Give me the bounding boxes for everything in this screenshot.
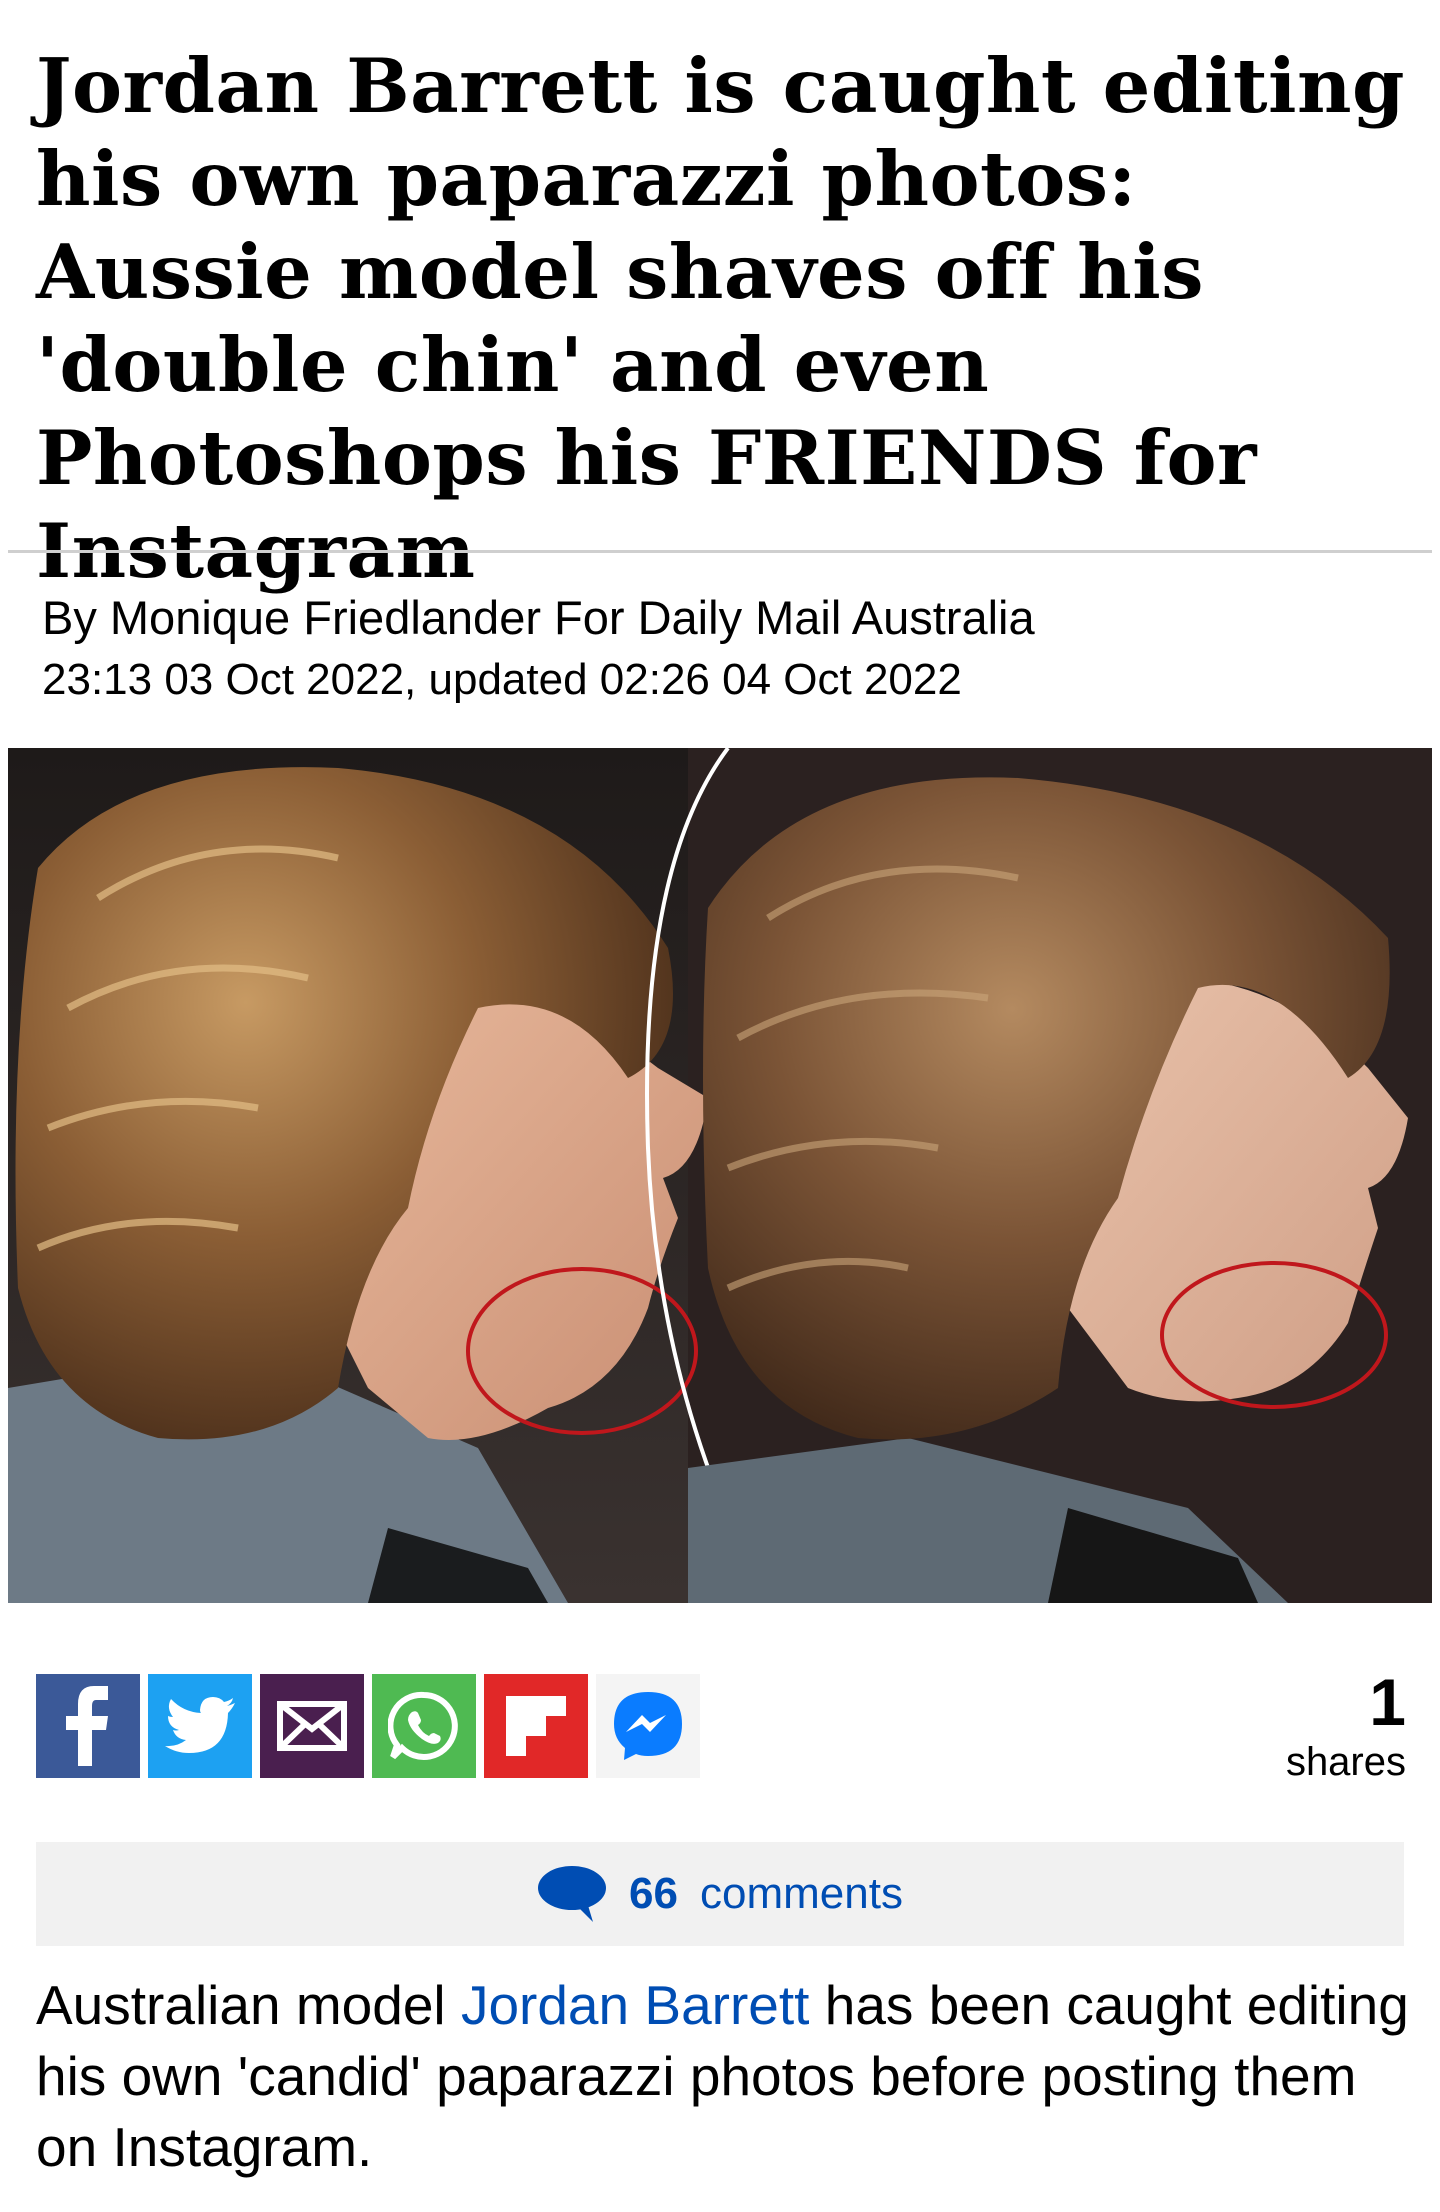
whatsapp-share-button[interactable]	[372, 1674, 476, 1778]
messenger-icon	[614, 1692, 682, 1760]
share-count-number: 1	[1369, 1665, 1406, 1739]
facebook-icon	[66, 1686, 108, 1766]
twitter-share-button[interactable]	[148, 1674, 252, 1778]
lead-text-before: Australian model	[36, 1974, 461, 2036]
messenger-share-button[interactable]	[596, 1674, 700, 1778]
jordan-barrett-link[interactable]: Jordan Barrett	[461, 1974, 810, 2036]
dateline: 23:13 03 Oct 2022, updated 02:26 04 Oct …	[42, 655, 962, 704]
whatsapp-icon	[388, 1691, 458, 1760]
comments-count: 66	[629, 1869, 678, 1918]
flipboard-share-button[interactable]	[484, 1674, 588, 1778]
email-share-button[interactable]	[260, 1674, 364, 1778]
facebook-share-button[interactable]	[36, 1674, 140, 1778]
article-image[interactable]	[8, 748, 1432, 1603]
twitter-icon	[165, 1697, 235, 1753]
comments-label: comments	[700, 1869, 903, 1918]
comments-button[interactable]: 66 comments	[36, 1842, 1404, 1946]
byline: By Monique Friedlander For Daily Mail Au…	[42, 591, 1035, 644]
flipboard-icon	[506, 1696, 566, 1756]
headline-divider	[8, 550, 1432, 553]
share-count: 1 shares	[1286, 1668, 1406, 1784]
speech-bubble-icon	[538, 1866, 607, 1922]
email-icon	[277, 1701, 347, 1751]
article-lead-paragraph: Australian model Jordan Barrett has been…	[36, 1970, 1416, 2183]
share-bar: 1 shares	[36, 1668, 1406, 1784]
share-count-label: shares	[1285, 1740, 1406, 1784]
article-headline: Jordan Barrett is caught editing his own…	[36, 42, 1405, 595]
